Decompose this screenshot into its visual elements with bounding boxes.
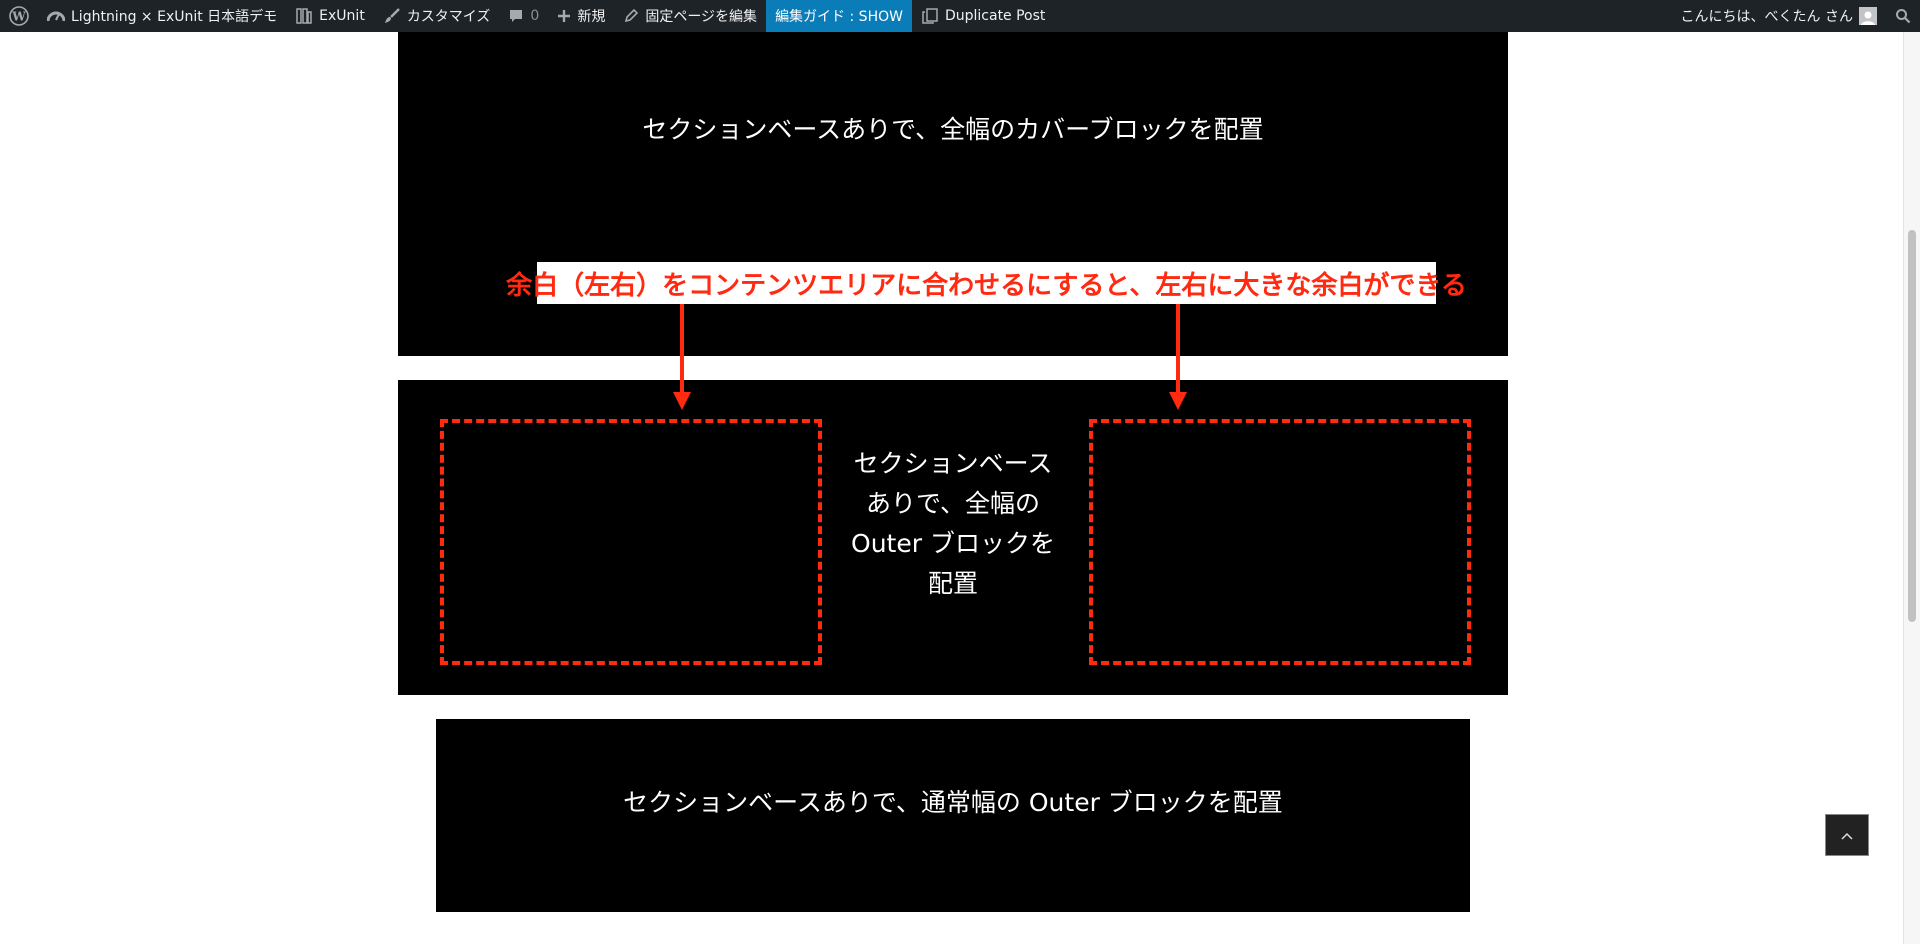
avatar — [1859, 7, 1877, 25]
edit-page-label: 固定ページを編集 — [645, 9, 758, 25]
search-menu[interactable] — [1886, 0, 1920, 32]
left-margin-highlight — [440, 419, 822, 665]
outer-block-normal-width: セクションベースありで、通常幅の Outer ブロックを配置 — [436, 719, 1470, 912]
duplicate-icon — [921, 7, 939, 25]
paintbrush-icon — [383, 7, 401, 25]
outer-block-full-width: セクションベース ありで、全幅の Outer ブロックを 配置 — [398, 380, 1508, 695]
exunit-label: ExUnit — [319, 8, 365, 24]
pencil-icon — [623, 8, 639, 24]
site-name-menu[interactable]: Lightning × ExUnit 日本語デモ — [38, 0, 286, 32]
wordpress-logo-icon: W — [9, 6, 29, 26]
duplicate-post-label: Duplicate Post — [944, 8, 1046, 24]
new-content-menu[interactable]: 新規 — [548, 0, 614, 32]
right-margin-highlight — [1089, 419, 1471, 665]
customize-label: カスタマイズ — [406, 9, 491, 25]
duplicate-post-menu[interactable]: Duplicate Post — [912, 0, 1054, 32]
outer-block-heading-line: 配置 — [927, 569, 978, 598]
edit-guide-toggle[interactable]: 編集ガイド : SHOW — [766, 0, 912, 32]
edit-guide-label: 編集ガイド : SHOW — [775, 9, 903, 25]
back-to-top-button[interactable] — [1825, 814, 1869, 856]
plus-icon — [557, 9, 571, 23]
annotation-arrow-left — [672, 304, 692, 416]
account-menu[interactable]: こんにちは、べくたん さん — [1672, 0, 1886, 32]
chevron-up-icon — [1839, 826, 1855, 845]
outer-normal-heading: セクションベースありで、通常幅の Outer ブロックを配置 — [623, 788, 1283, 817]
customize-menu[interactable]: カスタマイズ — [374, 0, 500, 32]
search-icon — [1895, 8, 1911, 24]
new-label: 新規 — [577, 9, 606, 25]
admin-bar: W Lightning × ExUnit 日本語デモ ExUnit カスタマイズ — [0, 0, 1920, 32]
outer-block-heading: セクションベース ありで、全幅の Outer ブロックを 配置 — [847, 444, 1059, 604]
annotation-arrow-right — [1168, 304, 1188, 416]
dashboard-icon — [47, 8, 65, 24]
comments-count: 0 — [530, 8, 540, 24]
scrollbar-thumb[interactable] — [1908, 230, 1916, 622]
comment-bubble-icon — [508, 8, 524, 24]
exunit-menu[interactable]: ExUnit — [286, 0, 374, 32]
outer-block-heading-line: ありで、全幅の — [865, 489, 1040, 518]
annotation-callout: 余白（左右）をコンテンツエリアに合わせるにすると、左右に大きな余白ができる — [506, 262, 1467, 304]
exunit-icon — [295, 7, 313, 25]
outer-block-heading-line: セクションベース — [853, 449, 1053, 478]
svg-text:W: W — [11, 10, 26, 24]
edit-page-menu[interactable]: 固定ページを編集 — [614, 0, 766, 32]
greeting-label: こんにちは、べくたん さん — [1680, 9, 1853, 25]
comments-menu[interactable]: 0 — [499, 0, 548, 32]
cover-block-full-width: セクションベースありで、全幅のカバーブロックを配置 — [398, 32, 1508, 356]
outer-block-heading-line: Outer ブロックを — [851, 529, 1055, 558]
cover-block-heading: セクションベースありで、全幅のカバーブロックを配置 — [642, 115, 1264, 144]
page-scrollbar[interactable] — [1903, 32, 1920, 944]
wp-logo-menu[interactable]: W — [0, 0, 38, 32]
site-name-label: Lightning × ExUnit 日本語デモ — [71, 9, 278, 25]
